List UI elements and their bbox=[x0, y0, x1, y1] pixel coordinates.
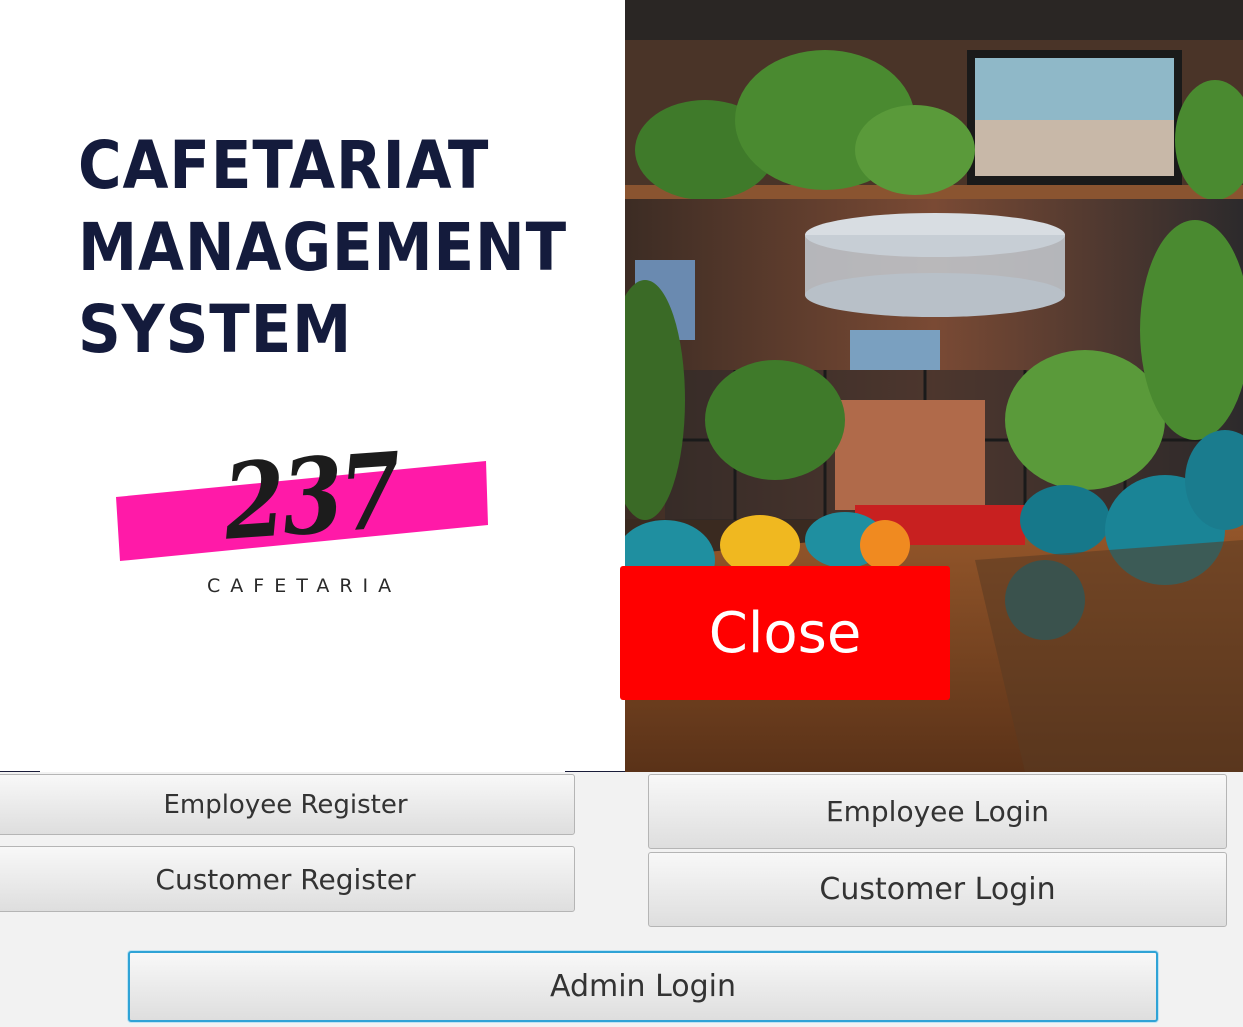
divider-left bbox=[0, 771, 40, 772]
title-line-2: MANAGEMENT bbox=[78, 209, 568, 286]
left-panel: CAFETARIAT MANAGEMENT SYSTEM 237 CAFETAR… bbox=[0, 0, 625, 772]
customer-login-button[interactable]: Customer Login bbox=[648, 852, 1227, 927]
customer-register-button[interactable]: Customer Register bbox=[0, 846, 575, 912]
cafetaria-logo: 237 CAFETARIA bbox=[110, 429, 500, 610]
employee-register-button[interactable]: Employee Register bbox=[0, 774, 575, 835]
app-title: CAFETARIAT MANAGEMENT SYSTEM bbox=[78, 125, 567, 371]
employee-login-button[interactable]: Employee Login bbox=[648, 774, 1227, 849]
close-button[interactable]: Close bbox=[620, 566, 950, 700]
divider-mid bbox=[565, 771, 625, 772]
admin-login-button[interactable]: Admin Login bbox=[128, 951, 1158, 1022]
logo-wordmark: CAFETARIA bbox=[207, 575, 402, 597]
logo-number: 237 bbox=[219, 428, 403, 564]
title-line-1: CAFETARIAT bbox=[78, 127, 490, 204]
title-line-3: SYSTEM bbox=[78, 291, 353, 368]
